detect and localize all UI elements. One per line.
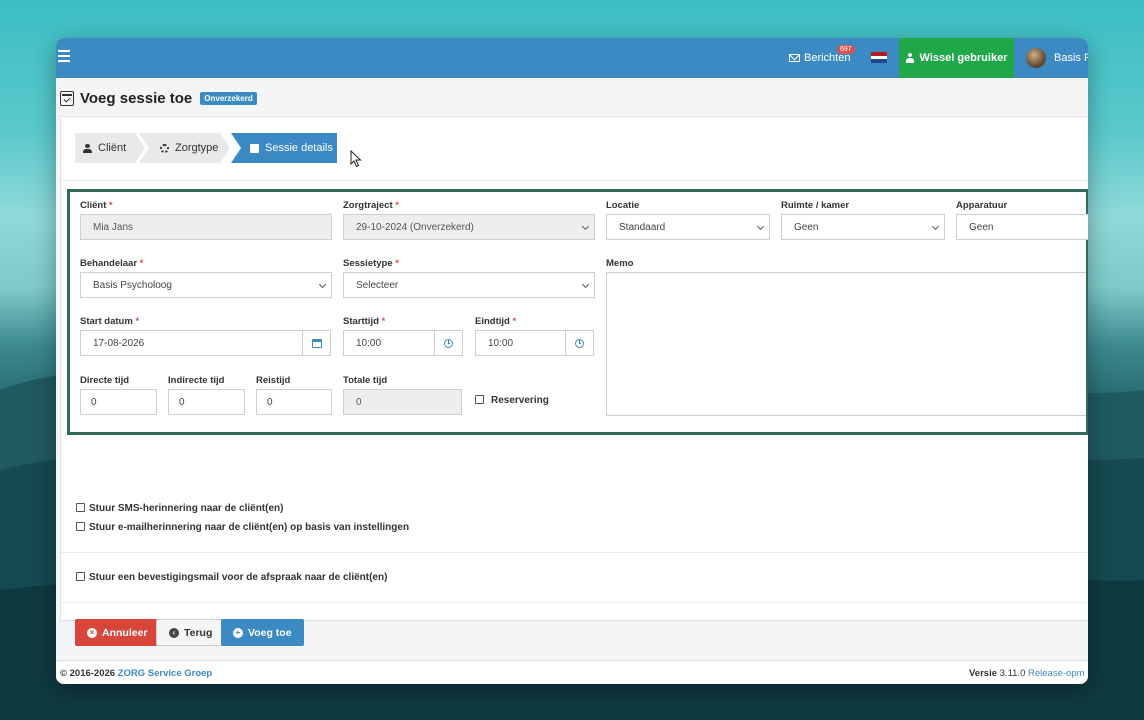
plus-circle-icon xyxy=(233,627,243,638)
behandelaar-select[interactable]: Basis Psycholoog xyxy=(80,272,332,298)
directe-tijd-label: Directe tijd xyxy=(80,375,130,386)
zorgtraject-label: Zorgtraject * xyxy=(343,200,399,211)
client-label: Cliënt * xyxy=(80,200,113,211)
cancel-button[interactable]: Annuleer xyxy=(75,619,160,646)
page-title: Voeg sessie toe xyxy=(80,90,193,107)
insurance-status-badge: Onverzekerd xyxy=(200,92,257,105)
client-field[interactable]: Mia Jans xyxy=(80,214,332,240)
wizard-step-zorgtype[interactable]: Zorgtype xyxy=(160,133,218,163)
brand-link[interactable]: ZORG Service Groep xyxy=(118,668,213,679)
locatie-label: Locatie xyxy=(606,200,640,211)
starttijd-clock-button[interactable] xyxy=(434,330,463,356)
copyright-years: © 2016-2026 xyxy=(60,668,116,679)
top-navbar: Berichten 697 Wissel gebruiker Basis Ps xyxy=(56,38,1088,78)
version-info: Versie 3.11.0 Release-opm xyxy=(969,668,1085,679)
start-datum-label: Start datum * xyxy=(80,316,140,327)
zorgtraject-select[interactable]: 29-10-2024 (Onverzekerd) xyxy=(343,214,595,240)
sms-reminder-label: Stuur SMS-herinnering naar de cliënt(en) xyxy=(89,503,284,514)
ruimte-select[interactable]: Geen xyxy=(781,214,945,240)
puzzle-icon xyxy=(250,143,259,153)
reistijd-input[interactable]: 0 xyxy=(256,389,332,415)
wizard-step-label: Zorgtype xyxy=(175,142,219,154)
app-window: Berichten 697 Wissel gebruiker Basis Ps … xyxy=(56,38,1088,684)
apparatuur-select[interactable]: Geen xyxy=(956,214,1088,240)
clock-icon xyxy=(444,338,453,348)
arrow-left-circle-icon xyxy=(169,627,179,638)
memo-label: Memo xyxy=(606,258,634,269)
release-notes-link[interactable]: Release-opm xyxy=(1028,668,1085,679)
envelope-icon xyxy=(789,54,800,62)
version-number: 3.11.0 xyxy=(999,668,1026,679)
sessietype-label: Sessietype * xyxy=(343,258,399,269)
datepicker-button[interactable] xyxy=(302,330,331,356)
cancel-label: Annuleer xyxy=(102,626,148,639)
starttijd-label: Starttijd * xyxy=(343,316,386,327)
sms-reminder-checkbox[interactable] xyxy=(76,503,85,512)
copyright: © 2016-2026 ZORG Service Groep xyxy=(60,668,212,679)
user-icon xyxy=(83,143,92,153)
email-reminder-checkbox[interactable] xyxy=(76,522,85,531)
behandelaar-label: Behandelaar * xyxy=(80,258,144,269)
session-form-card: Cliënt Zorgtype Sessie details Cliënt * … xyxy=(60,116,1088,646)
confirmation-mail-label: Stuur een bevestigingsmail voor de afspr… xyxy=(89,572,388,583)
add-button[interactable]: Voeg toe xyxy=(221,619,304,646)
email-reminder-label: Stuur e-mailherinnering naar de cliënt(e… xyxy=(89,522,410,533)
apparatuur-label: Apparatuur xyxy=(956,200,1008,211)
user-profile-menu[interactable]: Basis Ps xyxy=(1026,38,1088,78)
calendar-icon xyxy=(311,338,322,348)
start-datum-input[interactable]: 17-08-2026 xyxy=(80,330,303,356)
divider xyxy=(61,602,1088,603)
session-details-section: Cliënt * Mia Jans Zorgtraject * 29-10-20… xyxy=(67,189,1088,435)
add-label: Voeg toe xyxy=(248,626,292,639)
page-footer: © 2016-2026 ZORG Service Groep Versie 3.… xyxy=(56,660,1088,684)
version-label: Versie xyxy=(969,668,997,679)
mouse-cursor-icon xyxy=(350,150,362,168)
divider xyxy=(61,552,1088,553)
starttijd-input[interactable]: 10:00 xyxy=(343,330,435,356)
page-header: Voeg sessie toe Onverzekerd xyxy=(60,90,257,107)
ruimte-label: Ruimte / kamer xyxy=(781,200,850,211)
indirecte-tijd-input[interactable]: 0 xyxy=(168,389,245,415)
calendar-check-icon xyxy=(60,91,74,106)
dutch-flag-icon[interactable] xyxy=(871,52,887,63)
eindtijd-clock-button[interactable] xyxy=(565,330,594,356)
eindtijd-input[interactable]: 10:00 xyxy=(475,330,566,356)
reservering-checkbox[interactable] xyxy=(475,395,484,404)
back-label: Terug xyxy=(184,626,213,639)
reservering-label: Reservering xyxy=(491,395,549,406)
switch-user-button[interactable]: Wissel gebruiker xyxy=(899,38,1014,78)
user-secret-icon xyxy=(905,53,914,63)
eindtijd-label: Eindtijd * xyxy=(475,316,517,327)
totale-tijd-field: 0 xyxy=(343,389,462,415)
totale-tijd-label: Totale tijd xyxy=(343,375,388,386)
avatar xyxy=(1026,48,1046,68)
memo-textarea[interactable] xyxy=(606,272,1086,416)
wizard-step-label: Sessie details xyxy=(265,142,333,154)
wizard-step-session-details[interactable]: Sessie details xyxy=(250,133,333,163)
wizard-step-label: Cliënt xyxy=(98,142,127,154)
confirmation-mail-checkbox[interactable] xyxy=(76,572,85,581)
menu-toggle-icon[interactable] xyxy=(58,50,70,64)
locatie-select[interactable]: Standaard xyxy=(606,214,770,240)
messages-button[interactable]: Berichten 697 xyxy=(789,38,855,78)
messages-count-badge: 697 xyxy=(837,45,855,54)
directe-tijd-input[interactable]: 0 xyxy=(80,389,157,415)
wizard-steps: Cliënt Zorgtype Sessie details xyxy=(61,117,1088,181)
wizard-step-client[interactable]: Cliënt xyxy=(83,133,126,163)
times-circle-icon xyxy=(87,627,97,638)
clock-icon xyxy=(575,338,584,348)
user-name: Basis Ps xyxy=(1054,52,1088,64)
reistijd-label: Reistijd xyxy=(256,375,291,386)
gear-icon xyxy=(160,143,169,153)
sessietype-select[interactable]: Selecteer xyxy=(343,272,595,298)
indirecte-tijd-label: Indirecte tijd xyxy=(168,375,225,386)
switch-user-label: Wissel gebruiker xyxy=(919,52,1008,64)
back-button[interactable]: Terug xyxy=(156,619,226,646)
